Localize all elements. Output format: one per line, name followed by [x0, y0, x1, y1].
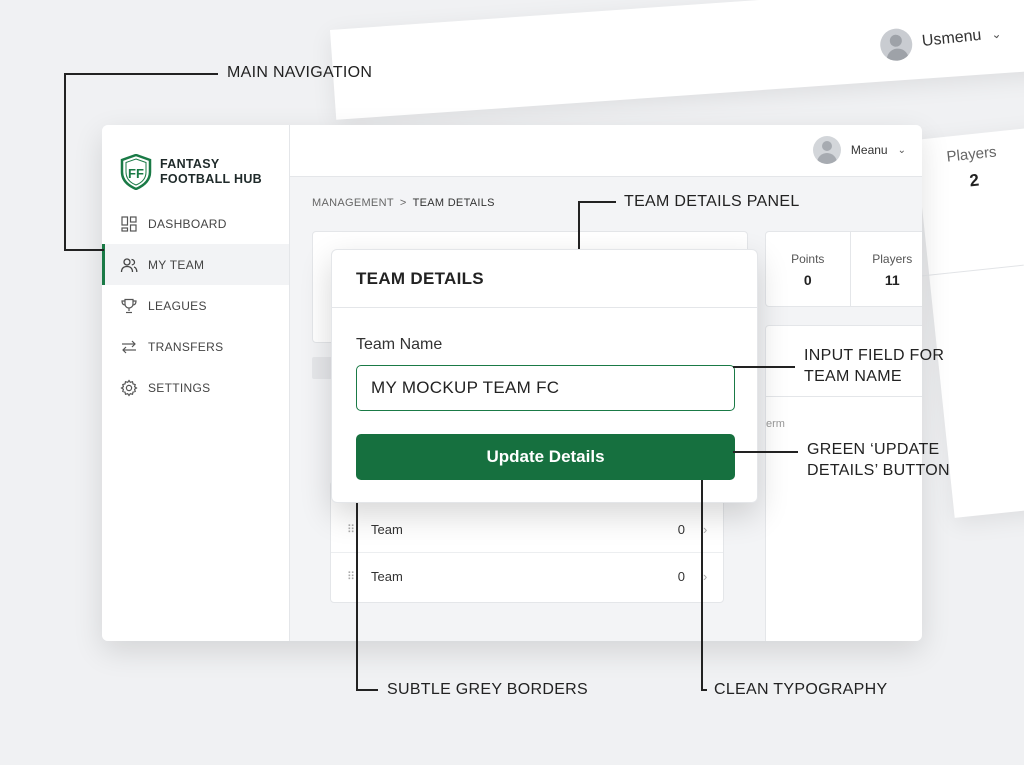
- background-players-stat: Players 2: [936, 142, 1010, 194]
- nav-item-dashboard[interactable]: DASHBOARD: [102, 203, 289, 244]
- logo[interactable]: FF FANTASY FOOTBALL HUB: [102, 125, 289, 203]
- annotation-line: [733, 451, 798, 453]
- annotation-button-line-2: DETAILS’ BUTTON: [807, 462, 950, 479]
- divider: [766, 396, 922, 397]
- background-header-card: [330, 0, 1024, 120]
- gear-icon: [120, 378, 138, 397]
- annotation-input-field: INPUT FIELD FOR TEAM NAME: [804, 345, 944, 387]
- chevron-down-icon: ⌄: [897, 144, 906, 156]
- points-stat: Points 0: [766, 232, 850, 306]
- annotation-input-line-2: TEAM NAME: [804, 368, 902, 385]
- drag-handle-icon[interactable]: ⠿: [341, 523, 361, 536]
- annotation-line: [64, 73, 66, 250]
- nav-item-label: LEAGUES: [148, 298, 207, 313]
- chevron-right-icon[interactable]: ›: [703, 569, 723, 584]
- top-bar: Meanu ⌄: [290, 125, 922, 177]
- list-item[interactable]: ⠿ Team 0 ›: [331, 507, 723, 553]
- annotation-line: [578, 201, 580, 249]
- chevron-down-icon: ⌄: [990, 26, 1003, 42]
- svg-text:FF: FF: [128, 166, 144, 181]
- players-value: 11: [884, 272, 900, 288]
- drag-handle-icon[interactable]: ⠿: [341, 570, 361, 583]
- team-name: Team: [371, 522, 403, 537]
- main-navigation: DASHBOARD MY TEAM LEAGUES TRANSFERS SETT…: [102, 203, 289, 408]
- avatar: [812, 136, 841, 164]
- players-stat: Players 11: [849, 232, 923, 306]
- logo-line-2: FOOTBALL HUB: [160, 172, 262, 186]
- logo-line-1: FANTASY: [160, 157, 220, 171]
- nav-item-leagues[interactable]: LEAGUES: [102, 285, 289, 326]
- panel-title: TEAM DETAILS: [332, 250, 757, 308]
- breadcrumb-current: TEAM DETAILS: [412, 197, 495, 209]
- annotation-input-line-1: INPUT FIELD FOR: [804, 347, 945, 364]
- sidebar: FF FANTASY FOOTBALL HUB DASHBOARD MY TEA…: [102, 125, 290, 641]
- annotation-team-details-panel: TEAM DETAILS PANEL: [624, 193, 800, 210]
- team-name-input[interactable]: [356, 365, 735, 411]
- breadcrumb: MANAGEMENT > TEAM DETAILS: [312, 197, 495, 209]
- breadcrumb-parent[interactable]: MANAGEMENT: [312, 197, 394, 209]
- nav-item-label: TRANSFERS: [148, 339, 224, 354]
- stats-card: Points 0 Players 11: [765, 231, 922, 307]
- points-value: 0: [803, 272, 812, 288]
- partial-text: erm: [766, 418, 785, 430]
- swap-arrows-icon: [120, 338, 138, 356]
- nav-item-label: SETTINGS: [148, 380, 211, 395]
- annotation-typography: CLEAN TYPOGRAPHY: [714, 681, 888, 698]
- grid-icon: [120, 215, 138, 233]
- annotation-line: [701, 480, 703, 690]
- annotation-update-button: GREEN ‘UPDATE DETAILS’ BUTTON: [807, 439, 950, 481]
- nav-item-label: DASHBOARD: [148, 216, 227, 231]
- annotation-grey-borders: SUBTLE GREY BORDERS: [387, 681, 589, 698]
- nav-item-label: MY TEAM: [148, 257, 205, 272]
- nav-item-my-team[interactable]: MY TEAM: [102, 244, 289, 285]
- annotation-line: [64, 73, 218, 75]
- nav-item-transfers[interactable]: TRANSFERS: [102, 326, 289, 367]
- background-user-name: Usmenu: [921, 26, 983, 50]
- annotation-line: [733, 366, 795, 368]
- nav-item-settings[interactable]: SETTINGS: [102, 367, 289, 408]
- logo-text: FANTASY FOOTBALL HUB: [160, 157, 262, 187]
- players-label: Players: [872, 252, 913, 266]
- annotation-line: [701, 689, 707, 691]
- chevron-right-icon[interactable]: ›: [703, 522, 723, 537]
- user-name: Meanu: [850, 143, 888, 157]
- update-details-button[interactable]: Update Details: [356, 434, 735, 480]
- background-avatar: [878, 27, 914, 63]
- points-label: Points: [791, 252, 825, 266]
- list-item[interactable]: ⠿ Team 0 ›: [331, 553, 723, 599]
- shield-logo-icon: FF: [120, 154, 152, 190]
- annotation-line: [578, 201, 616, 203]
- team-details-panel: TEAM DETAILS Team Name Update Details: [331, 249, 758, 503]
- breadcrumb-separator: >: [399, 197, 407, 209]
- annotation-line: [64, 249, 104, 251]
- team-value: 0: [677, 568, 685, 584]
- team-value: 0: [677, 522, 685, 537]
- trophy-icon: [120, 297, 138, 315]
- annotation-line: [356, 689, 378, 691]
- user-menu[interactable]: Meanu ⌄: [812, 136, 906, 164]
- team-name: Team: [371, 568, 403, 584]
- annotation-line: [356, 503, 358, 690]
- annotation-main-navigation: MAIN NAVIGATION: [227, 64, 373, 81]
- team-name-label: Team Name: [356, 336, 443, 353]
- users-icon: [120, 256, 138, 274]
- annotation-button-line-1: GREEN ‘UPDATE: [807, 441, 940, 458]
